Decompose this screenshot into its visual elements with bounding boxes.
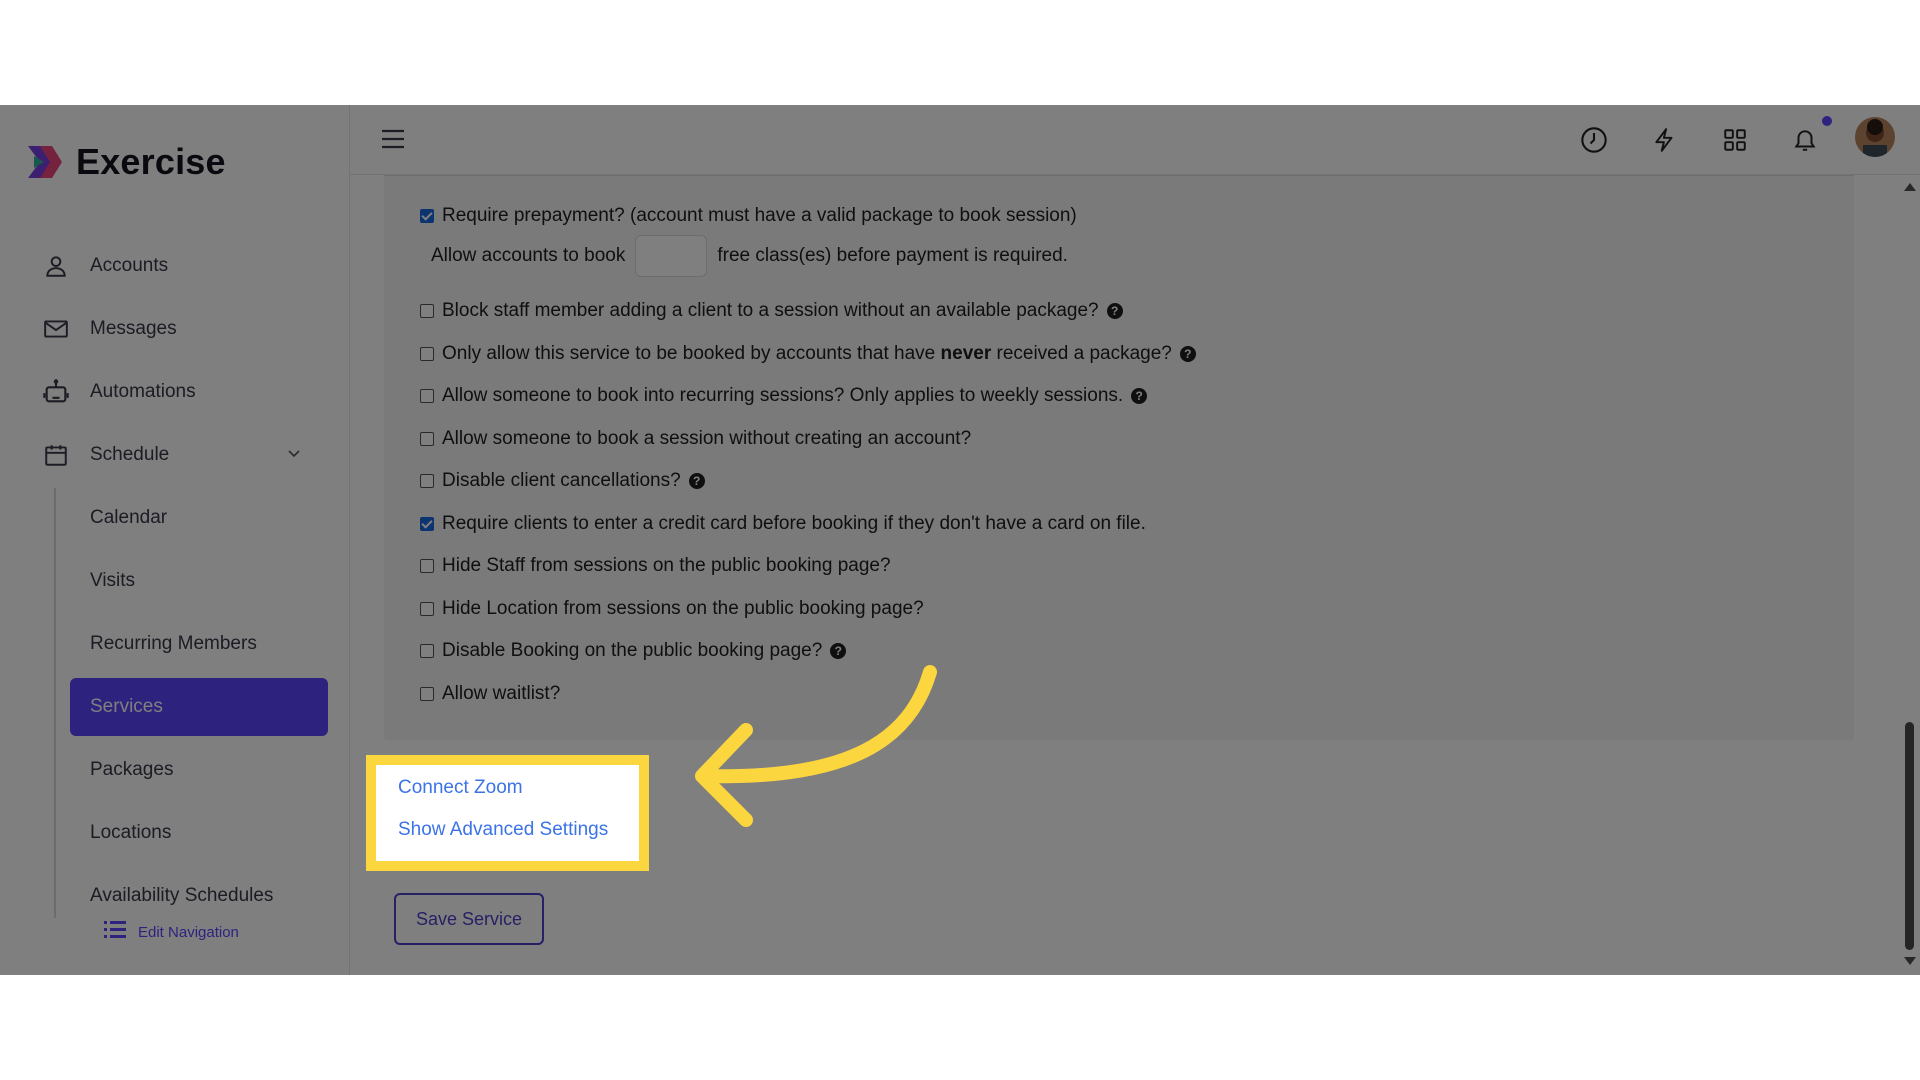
sidebar-item-label: Automations — [90, 381, 196, 402]
option-label: Disable client cancellations? — [442, 470, 681, 491]
lightning-icon[interactable] — [1650, 125, 1680, 155]
highlight-box: Connect Zoom Show Advanced Settings — [366, 755, 649, 871]
callout-arrow-icon — [695, 665, 937, 827]
sidebar-item-label: Visits — [90, 570, 136, 591]
sidebar-item-packages[interactable]: Packages — [70, 741, 328, 799]
option-without-account[interactable]: Allow someone to book a session without … — [420, 425, 971, 453]
sidebar-item-visits[interactable]: Visits — [70, 552, 328, 610]
help-icon[interactable]: ? — [1131, 388, 1148, 404]
topbar — [350, 105, 1920, 175]
scroll-up-icon[interactable] — [1904, 183, 1916, 191]
sidebar-item-label: Services — [90, 696, 163, 717]
option-label: Allow someone to book a session without … — [442, 428, 972, 449]
sidebar-item-locations[interactable]: Locations — [70, 804, 328, 862]
option-require-prepayment[interactable]: Require prepayment? (account must have a… — [420, 202, 1077, 230]
scroll-down-icon[interactable] — [1904, 957, 1916, 965]
help-icon[interactable]: ? — [1106, 303, 1123, 319]
sidebar-item-accounts[interactable]: Accounts — [40, 244, 168, 288]
option-recurring[interactable]: Allow someone to book into recurring ses… — [420, 382, 1148, 410]
block-staff-checkbox[interactable] — [420, 304, 434, 318]
sidebar-item-label: Packages — [90, 759, 174, 780]
list-icon — [104, 920, 126, 944]
sidebar-item-label: Calendar — [90, 507, 168, 528]
help-icon[interactable]: ? — [688, 473, 705, 489]
never-received-checkbox[interactable] — [420, 347, 434, 361]
connect-zoom-link[interactable]: Connect Zoom — [398, 777, 523, 799]
edit-navigation-label: Edit Navigation — [138, 923, 239, 941]
scrollbar[interactable] — [1900, 175, 1920, 975]
option-label-bold: never — [940, 343, 992, 364]
scroll-thumb[interactable] — [1905, 722, 1914, 950]
free-classes-label-after: free class(es) before payment is require… — [717, 245, 1068, 266]
robot-icon — [40, 376, 72, 408]
chevron-down-icon[interactable] — [286, 445, 302, 467]
option-label: Require clients to enter a credit card b… — [442, 513, 1146, 534]
brand[interactable]: Exercise — [24, 141, 226, 183]
option-waitlist[interactable]: Allow waitlist? — [420, 680, 560, 708]
hide-staff-checkbox[interactable] — [420, 559, 434, 573]
disable-booking-checkbox[interactable] — [420, 644, 434, 658]
app-window: Exercise Accounts Messages Automations S… — [0, 105, 1920, 975]
option-label-after: received a package? — [996, 343, 1172, 364]
help-icon[interactable]: ? — [830, 643, 847, 659]
sidebar-item-automations[interactable]: Automations — [40, 370, 196, 414]
disable-cancellations-checkbox[interactable] — [420, 474, 434, 488]
option-hide-staff[interactable]: Hide Staff from sessions on the public b… — [420, 552, 891, 580]
avatar[interactable] — [1855, 117, 1895, 157]
sidebar-item-label: Messages — [90, 318, 177, 339]
waitlist-checkbox[interactable] — [420, 687, 434, 701]
sidebar: Exercise Accounts Messages Automations S… — [0, 105, 350, 975]
submenu-divider — [54, 488, 56, 918]
option-never-received[interactable]: Only allow this service to be booked by … — [420, 340, 1196, 368]
show-advanced-settings-link[interactable]: Show Advanced Settings — [398, 819, 608, 841]
option-disable-cancellations[interactable]: Disable client cancellations? ? — [420, 467, 705, 495]
edit-navigation-link[interactable]: Edit Navigation — [104, 920, 239, 944]
free-classes-input[interactable] — [635, 235, 708, 277]
sidebar-item-schedule[interactable]: Schedule — [40, 433, 310, 477]
sidebar-item-label: Accounts — [90, 255, 169, 276]
sidebar-item-services[interactable]: Services — [70, 678, 328, 736]
app-title: Exercise — [76, 141, 226, 182]
sidebar-item-availability-schedules[interactable]: Availability Schedules — [70, 867, 328, 925]
option-label: Hide Staff from sessions on the public b… — [442, 555, 891, 576]
option-label: Block staff member adding a client to a … — [442, 300, 1099, 321]
hide-location-checkbox[interactable] — [420, 602, 434, 616]
free-classes-row: Allow accounts to book free class(es) be… — [431, 235, 1068, 277]
option-label: Allow waitlist? — [442, 683, 561, 704]
sidebar-item-label: Recurring Members — [90, 633, 257, 654]
sidebar-item-label: Availability Schedules — [90, 885, 274, 906]
save-service-button[interactable]: Save Service — [394, 893, 544, 945]
sidebar-item-calendar[interactable]: Calendar — [70, 489, 328, 547]
option-label: Disable Booking on the public booking pa… — [442, 640, 823, 661]
sidebar-item-recurring-members[interactable]: Recurring Members — [70, 615, 328, 673]
option-label: Allow someone to book into recurring ses… — [442, 385, 1124, 406]
bell-icon[interactable] — [1790, 125, 1820, 155]
sidebar-item-label: Schedule — [90, 444, 170, 465]
sidebar-item-label: Locations — [90, 822, 172, 843]
require-prepayment-checkbox[interactable] — [420, 209, 434, 223]
option-require-card[interactable]: Require clients to enter a credit card b… — [420, 510, 1146, 538]
panel-divider — [384, 175, 1854, 176]
option-label: Require prepayment? (account must have a… — [442, 205, 1077, 226]
grid-icon[interactable] — [1720, 125, 1750, 155]
without-account-checkbox[interactable] — [420, 432, 434, 446]
notification-dot — [1822, 116, 1832, 126]
menu-icon[interactable] — [380, 127, 406, 156]
recurring-checkbox[interactable] — [420, 389, 434, 403]
mail-icon — [40, 313, 72, 345]
option-hide-location[interactable]: Hide Location from sessions on the publi… — [420, 595, 924, 623]
option-label: Hide Location from sessions on the publi… — [442, 598, 924, 619]
option-block-staff[interactable]: Block staff member adding a client to a … — [420, 297, 1123, 325]
clock-icon[interactable] — [1579, 125, 1609, 155]
help-icon[interactable]: ? — [1179, 346, 1196, 362]
user-icon — [40, 250, 72, 282]
logo-icon — [28, 146, 62, 178]
option-label: Only allow this service to be booked by … — [442, 343, 936, 364]
free-classes-label-before: Allow accounts to book — [431, 245, 626, 266]
require-card-checkbox[interactable] — [420, 517, 434, 531]
calendar-icon — [40, 439, 72, 471]
sidebar-item-messages[interactable]: Messages — [40, 307, 177, 351]
